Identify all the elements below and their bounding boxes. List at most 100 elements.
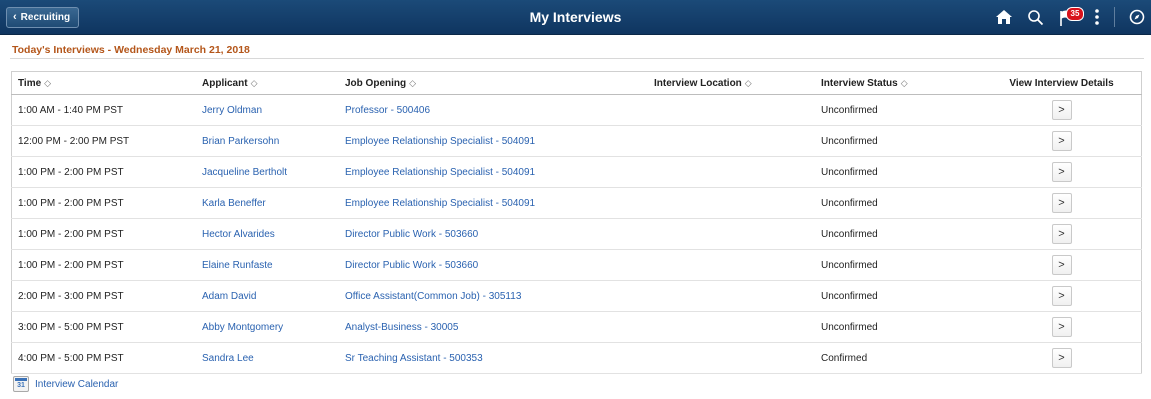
calendar-icon: 31 — [13, 376, 29, 392]
time-cell: 2:00 PM - 3:00 PM PST — [11, 280, 196, 312]
table-row: 1:00 PM - 2:00 PM PST Karla Beneffer Emp… — [11, 187, 1142, 219]
table-row: 2:00 PM - 3:00 PM PST Adam David Office … — [11, 280, 1142, 312]
column-header-label: View Interview Details — [1009, 77, 1114, 89]
status-cell: Confirmed — [815, 342, 982, 374]
column-header-label: Job Opening — [345, 77, 407, 89]
job-opening-link[interactable]: Director Public Work - 503660 — [345, 229, 478, 240]
applicant-link[interactable]: Abby Montgomery — [202, 322, 283, 333]
status-cell: Unconfirmed — [815, 125, 982, 157]
job-opening-link[interactable]: Sr Teaching Assistant - 500353 — [345, 353, 483, 364]
location-cell — [648, 94, 815, 126]
view-details-button[interactable]: > — [1051, 193, 1072, 213]
column-header-job-opening[interactable]: Job Opening ◇ — [339, 71, 648, 95]
location-cell — [648, 218, 815, 250]
divider — [10, 58, 1144, 59]
job-opening-link[interactable]: Office Assistant(Common Job) - 305113 — [345, 291, 521, 302]
status-cell: Unconfirmed — [815, 187, 982, 219]
view-details-button[interactable]: > — [1051, 100, 1072, 120]
back-button-label: Recruiting — [20, 12, 71, 23]
view-details-button[interactable]: > — [1051, 224, 1072, 244]
sort-icon: ◇ — [250, 77, 258, 88]
location-cell — [648, 280, 815, 312]
applicant-link[interactable]: Sandra Lee — [202, 353, 254, 364]
applicant-link[interactable]: Adam David — [202, 291, 256, 302]
time-cell: 1:00 PM - 2:00 PM PST — [11, 249, 196, 281]
status-cell: Unconfirmed — [815, 311, 982, 343]
nav-icon-group: 35 — [995, 5, 1145, 29]
applicant-link[interactable]: Jacqueline Bertholt — [202, 167, 287, 178]
column-header-view-details: View Interview Details — [982, 71, 1142, 95]
column-header-label: Interview Location — [654, 77, 742, 89]
time-cell: 1:00 AM - 1:40 PM PST — [11, 94, 196, 126]
view-details-button[interactable]: > — [1051, 131, 1072, 151]
view-details-button[interactable]: > — [1051, 286, 1072, 306]
location-cell — [648, 342, 815, 374]
applicant-link[interactable]: Jerry Oldman — [202, 105, 262, 116]
job-opening-link[interactable]: Employee Relationship Specialist - 50409… — [345, 198, 535, 209]
sort-icon: ◇ — [744, 77, 752, 88]
job-opening-link[interactable]: Analyst-Business - 30005 — [345, 322, 458, 333]
view-details-button[interactable]: > — [1051, 348, 1072, 368]
location-cell — [648, 249, 815, 281]
top-nav-bar: ‹ Recruiting My Interviews 35 — [0, 0, 1151, 35]
more-icon[interactable] — [1094, 8, 1100, 26]
table-header-row: Time ◇ Applicant ◇ Job Opening ◇ Interview … — [11, 71, 1142, 95]
table-row: 1:00 PM - 2:00 PM PST Jacqueline Berthol… — [11, 156, 1142, 188]
table-row: 4:00 PM - 5:00 PM PST Sandra Lee Sr Teac… — [11, 342, 1142, 374]
time-cell: 4:00 PM - 5:00 PM PST — [11, 342, 196, 374]
column-header-applicant[interactable]: Applicant ◇ — [196, 71, 339, 95]
applicant-link[interactable]: Karla Beneffer — [202, 198, 266, 209]
sort-icon: ◇ — [44, 77, 52, 88]
table-row: 1:00 PM - 2:00 PM PST Hector Alvarides D… — [11, 218, 1142, 250]
location-cell — [648, 187, 815, 219]
home-icon[interactable] — [995, 9, 1013, 25]
time-cell: 1:00 PM - 2:00 PM PST — [11, 156, 196, 188]
job-opening-link[interactable]: Professor - 500406 — [345, 105, 430, 116]
time-cell: 12:00 PM - 2:00 PM PST — [11, 125, 196, 157]
notification-badge: 35 — [1066, 7, 1084, 21]
job-opening-link[interactable]: Employee Relationship Specialist - 50409… — [345, 136, 535, 147]
sort-icon: ◇ — [409, 77, 417, 88]
status-cell: Unconfirmed — [815, 280, 982, 312]
applicant-link[interactable]: Elaine Runfaste — [202, 260, 273, 271]
location-cell — [648, 311, 815, 343]
search-icon[interactable] — [1027, 9, 1044, 26]
interviews-table: Time ◇ Applicant ◇ Job Opening ◇ Interview … — [11, 71, 1142, 374]
time-cell: 3:00 PM - 5:00 PM PST — [11, 311, 196, 343]
status-cell: Unconfirmed — [815, 249, 982, 281]
column-header-interview-status[interactable]: Interview Status ◇ — [815, 71, 982, 95]
status-cell: Unconfirmed — [815, 156, 982, 188]
column-header-time[interactable]: Time ◇ — [11, 71, 196, 95]
interview-calendar-label[interactable]: Interview Calendar — [35, 379, 118, 390]
page-title: My Interviews — [529, 9, 622, 25]
column-header-label: Time — [18, 77, 42, 89]
applicant-link[interactable]: Hector Alvarides — [202, 229, 275, 240]
column-header-label: Applicant — [202, 77, 248, 89]
section-title: Today's Interviews - Wednesday March 21,… — [12, 44, 250, 56]
divider — [1114, 7, 1115, 27]
view-details-button[interactable]: > — [1051, 162, 1072, 182]
sort-icon: ◇ — [900, 77, 908, 88]
table-row: 12:00 PM - 2:00 PM PST Brian Parkersohn … — [11, 125, 1142, 157]
table-row: 1:00 PM - 2:00 PM PST Elaine Runfaste Di… — [11, 249, 1142, 281]
notifications-button[interactable]: 35 — [1058, 6, 1084, 28]
time-cell: 1:00 PM - 2:00 PM PST — [11, 187, 196, 219]
applicant-link[interactable]: Brian Parkersohn — [202, 136, 279, 147]
chevron-left-icon: ‹ — [13, 11, 17, 23]
view-details-button[interactable]: > — [1051, 317, 1072, 337]
table-row: 3:00 PM - 5:00 PM PST Abby Montgomery An… — [11, 311, 1142, 343]
job-opening-link[interactable]: Director Public Work - 503660 — [345, 260, 478, 271]
status-cell: Unconfirmed — [815, 94, 982, 126]
location-cell — [648, 156, 815, 188]
interview-calendar-link[interactable]: 31 Interview Calendar — [13, 376, 118, 392]
status-cell: Unconfirmed — [815, 218, 982, 250]
table-row: 1:00 AM - 1:40 PM PST Jerry Oldman Profe… — [11, 94, 1142, 126]
column-header-interview-location[interactable]: Interview Location ◇ — [648, 71, 815, 95]
view-details-button[interactable]: > — [1051, 255, 1072, 275]
column-header-label: Interview Status — [821, 77, 898, 89]
job-opening-link[interactable]: Employee Relationship Specialist - 50409… — [345, 167, 535, 178]
location-cell — [648, 125, 815, 157]
time-cell: 1:00 PM - 2:00 PM PST — [11, 218, 196, 250]
navbar-compass-icon[interactable] — [1129, 9, 1145, 25]
back-button[interactable]: ‹ Recruiting — [6, 7, 80, 28]
